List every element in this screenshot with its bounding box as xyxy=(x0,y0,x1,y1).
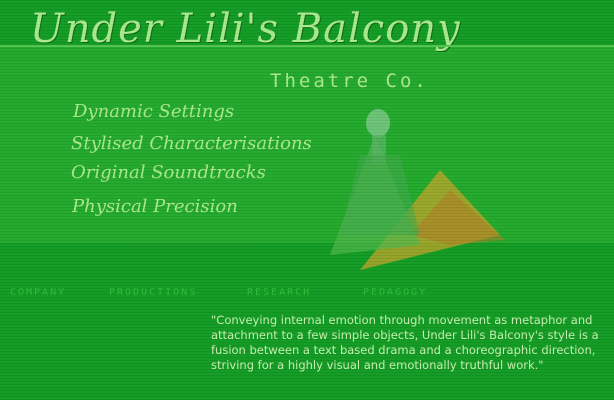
nav-company[interactable]: COMPANY xyxy=(10,287,66,298)
feature-dynamic-settings: Dynamic Settings xyxy=(73,101,235,122)
nav-productions[interactable]: PRODUCTIONS xyxy=(109,287,197,298)
dancer-image xyxy=(330,109,505,270)
nav-pedagogy[interactable]: PEDAGOGY xyxy=(363,287,427,298)
company-quote: "Conveying internal emotion through move… xyxy=(211,313,599,372)
site-subtitle: Theatre Co. xyxy=(270,70,429,92)
feature-stylised-characterisations: Stylised Characterisations xyxy=(71,133,312,154)
feature-original-soundtracks: Original Soundtracks xyxy=(71,162,266,183)
header-rule xyxy=(0,45,614,47)
feature-physical-precision: Physical Precision xyxy=(72,196,238,217)
nav-research[interactable]: RESEARCH xyxy=(247,287,311,298)
